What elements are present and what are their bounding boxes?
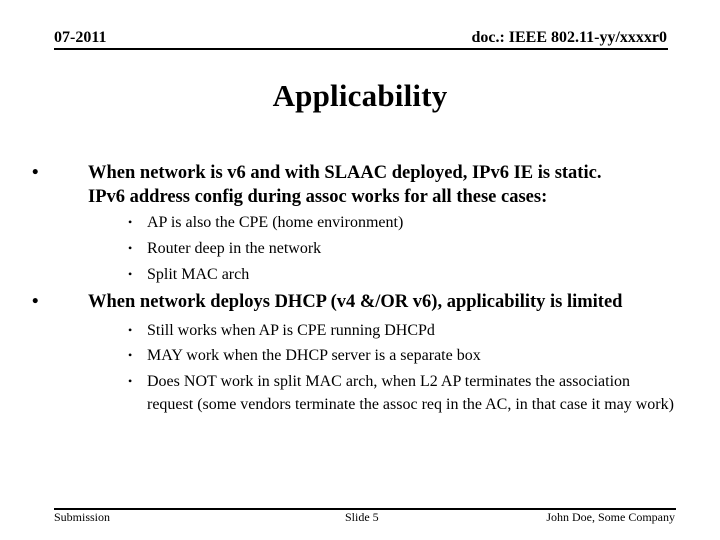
bullet-text: IPv6 address config during assoc works f…: [88, 187, 548, 207]
slide-title: Applicability: [272, 78, 448, 113]
sub-bullet-text: Router deep in the network: [147, 240, 322, 257]
header-date: 07-2011: [54, 29, 107, 46]
bullet-marker-icon: •: [32, 163, 39, 183]
sub-bullet-text: Still works when AP is CPE running DHCPd: [147, 322, 435, 339]
header-divider: [54, 48, 668, 50]
sub-bullet-text: Does NOT work in split MAC arch, when L2…: [147, 373, 674, 413]
sub-bullet-text: Split MAC arch: [147, 266, 250, 283]
sub-bullet-marker-icon: •: [128, 374, 133, 388]
sub-bullet-marker-icon: •: [128, 348, 133, 362]
footer-submission: Submission: [54, 510, 111, 524]
bullet-text: When network is v6 and with SLAAC deploy…: [88, 163, 602, 183]
sub-bullet-marker-icon: •: [128, 267, 133, 281]
sub-bullet-text: AP is also the CPE (home environment): [147, 214, 404, 231]
sub-bullet-marker-icon: •: [128, 215, 133, 229]
sub-bullet-marker-icon: •: [128, 323, 133, 337]
header-doc-id: doc.: IEEE 802.11-yy/xxxxr0: [471, 29, 667, 46]
footer-slide-number: Slide 5: [345, 510, 379, 524]
sub-bullet-marker-icon: •: [128, 241, 133, 255]
sub-bullet-text: MAY work when the DHCP server is a separ…: [147, 347, 481, 364]
bullet-text: When network deploys DHCP (v4 &/OR v6), …: [88, 292, 623, 312]
footer-author: John Doe, Some Company: [546, 510, 675, 524]
bullet-marker-icon: •: [32, 292, 39, 312]
